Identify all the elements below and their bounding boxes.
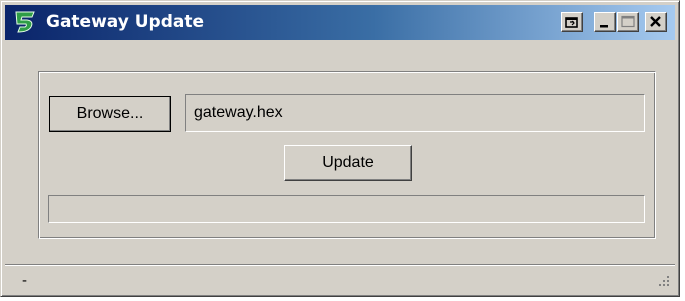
app-logo-icon bbox=[13, 10, 37, 34]
gateway-update-window: Gateway Update Browse... gateway.hex Upd… bbox=[0, 0, 680, 297]
minimize-icon bbox=[600, 25, 608, 28]
update-button[interactable]: Update bbox=[284, 145, 412, 181]
status-bar: - bbox=[5, 264, 675, 295]
title-bar[interactable]: Gateway Update bbox=[5, 5, 675, 40]
maximize-icon bbox=[621, 15, 635, 28]
file-path-field[interactable]: gateway.hex bbox=[185, 94, 645, 132]
restore-icon bbox=[565, 17, 578, 28]
status-text: - bbox=[22, 272, 27, 289]
close-icon bbox=[650, 16, 661, 27]
restore-button[interactable] bbox=[561, 12, 583, 32]
maximize-button[interactable] bbox=[617, 12, 639, 32]
resize-grip-icon[interactable] bbox=[657, 274, 671, 293]
update-progress-bar bbox=[48, 195, 645, 223]
close-button[interactable] bbox=[645, 12, 667, 32]
browse-button[interactable]: Browse... bbox=[49, 96, 171, 132]
minimize-button[interactable] bbox=[594, 12, 616, 32]
window-title: Gateway Update bbox=[46, 12, 205, 32]
